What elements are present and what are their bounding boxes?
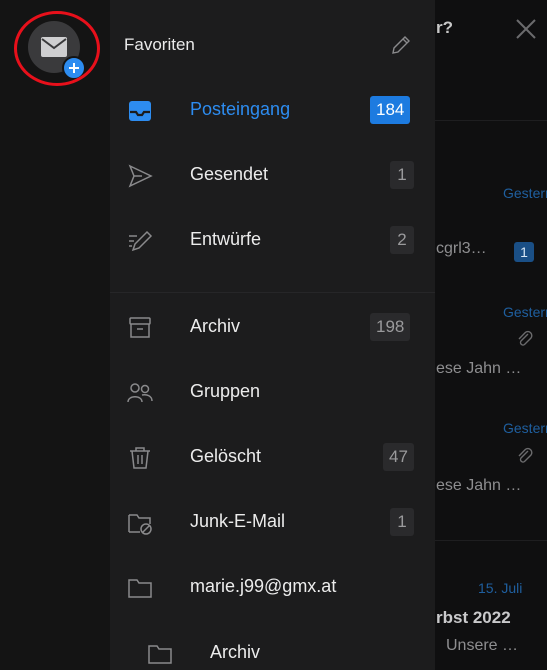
folder-label: Posteingang bbox=[190, 99, 291, 119]
mail-date: 15. Juli bbox=[478, 580, 523, 596]
attachment-icon bbox=[518, 447, 533, 463]
folder-count: 184 bbox=[370, 96, 411, 124]
folder-item-entwuerfe[interactable]: Entwürfe 2 bbox=[110, 209, 435, 271]
account-rail bbox=[0, 0, 110, 670]
folder-item-account[interactable]: marie.j99@gmx.at bbox=[110, 556, 435, 618]
mail-date: Gestern bbox=[503, 304, 547, 320]
mail-date: Gestern bbox=[503, 420, 547, 436]
mail-preview: cgrl3… bbox=[436, 240, 487, 257]
folder-label: marie.j99@gmx.at bbox=[190, 576, 337, 596]
junk-folder-icon bbox=[128, 514, 152, 535]
folder-label: Archiv bbox=[210, 642, 261, 662]
mail-subject: rbst 2022 bbox=[436, 608, 511, 627]
folder-count: 47 bbox=[383, 443, 414, 471]
folder-item-geloescht[interactable]: Gelöscht 47 bbox=[110, 426, 435, 488]
folder-count: 198 bbox=[370, 313, 411, 341]
folder-label: Archiv bbox=[190, 316, 241, 336]
mail-date: Gestern bbox=[503, 185, 547, 201]
mail-preview: ese Jahn … bbox=[436, 477, 522, 494]
unread-badge: 1 bbox=[514, 242, 534, 262]
archive-icon bbox=[129, 317, 151, 338]
folder-item-gruppen[interactable]: Gruppen bbox=[110, 361, 435, 423]
favorites-title: Favoriten bbox=[124, 35, 195, 54]
groups-icon bbox=[127, 383, 153, 403]
close-icon[interactable] bbox=[515, 18, 537, 40]
send-icon bbox=[128, 164, 153, 188]
folder-label: Gruppen bbox=[190, 381, 261, 401]
trash-icon bbox=[130, 447, 150, 469]
background-title-fragment: r? bbox=[436, 18, 453, 37]
folder-item-archiv[interactable]: Archiv 198 bbox=[110, 296, 435, 358]
folder-label: Gelöscht bbox=[190, 446, 262, 466]
edit-favorites-icon[interactable] bbox=[389, 33, 413, 57]
divider bbox=[435, 120, 547, 121]
divider bbox=[435, 540, 547, 541]
folder-label: Gesendet bbox=[190, 164, 269, 184]
folder-item-gesendet[interactable]: Gesendet 1 bbox=[110, 144, 435, 206]
folder-count: 1 bbox=[390, 161, 414, 189]
mail-preview: Unsere … bbox=[446, 637, 519, 654]
folder-count: 2 bbox=[390, 226, 414, 254]
screen: r? Gestern cgrl3… 1 Gestern ese Jahn … G… bbox=[0, 0, 547, 670]
folder-icon bbox=[148, 645, 172, 664]
folder-item-junk-e-mail[interactable]: Junk-E-Mail 1 bbox=[110, 491, 435, 553]
drafts-icon bbox=[129, 230, 153, 252]
highlight-circle bbox=[14, 11, 100, 86]
folder-label: Entwürfe bbox=[190, 229, 262, 249]
attachment-icon bbox=[518, 330, 533, 346]
mail-preview: ese Jahn … bbox=[436, 360, 522, 377]
folder-icon bbox=[128, 579, 152, 598]
folder-label: Junk-E-Mail bbox=[190, 511, 286, 531]
folder-item-archiv-sub[interactable]: Archiv bbox=[110, 622, 435, 670]
inbox-icon bbox=[129, 101, 151, 121]
section-divider bbox=[110, 292, 435, 293]
folder-count: 1 bbox=[390, 508, 414, 536]
folder-item-posteingang[interactable]: Posteingang 184 bbox=[110, 79, 435, 141]
